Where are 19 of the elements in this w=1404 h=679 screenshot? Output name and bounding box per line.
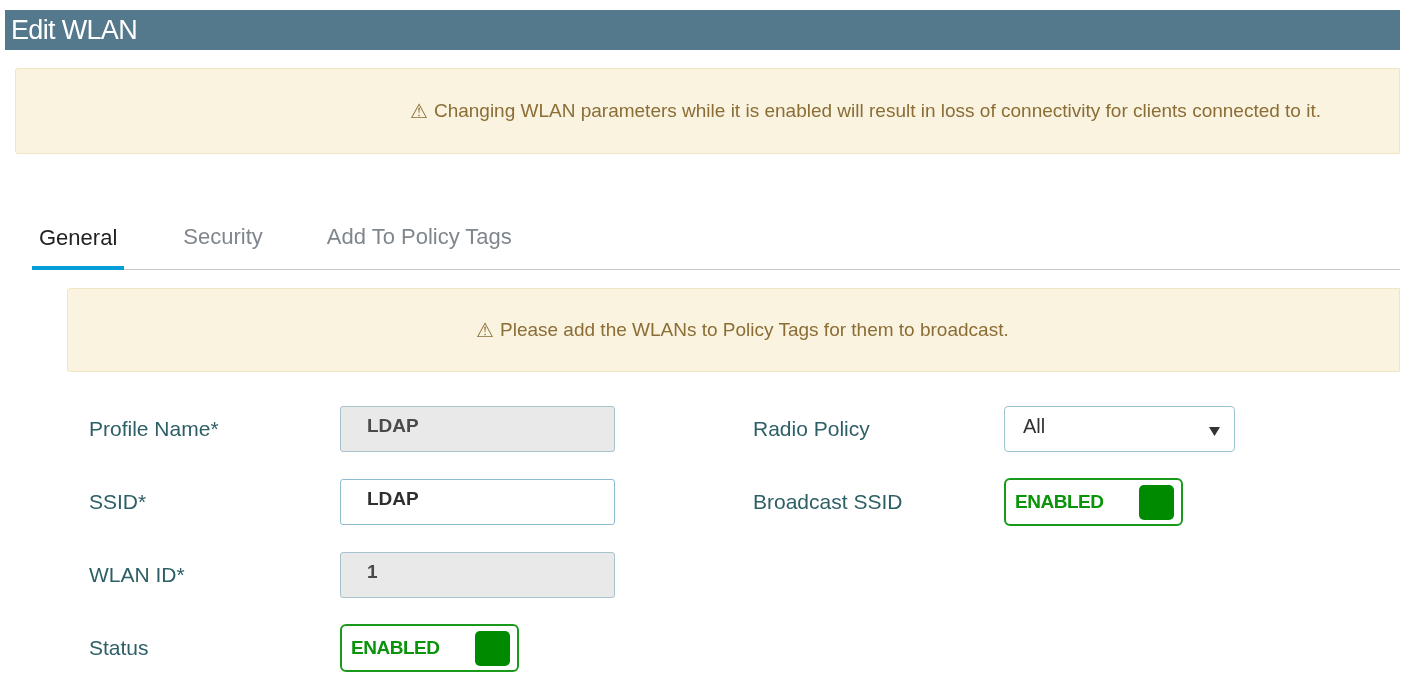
field-label: WLAN ID* <box>89 562 186 589</box>
caret-icon <box>1209 426 1220 436</box>
field-label: SSID* <box>89 489 148 516</box>
field-label: Radio Policy <box>753 416 871 443</box>
warning-text: Please add the WLANs to Policy Tags for them to broadcast. <box>500 317 1009 342</box>
field-label: Broadcast SSID <box>753 489 904 516</box>
warning-text: Changing WLAN parameters while it is enabled will result in loss of connectivity for clients connected to it. <box>433 98 1321 123</box>
window-title: Edit WLAN <box>11 16 137 44</box>
text-field[interactable]: LDAP <box>340 479 615 525</box>
toggle-switch[interactable]: ENABLED <box>340 624 519 672</box>
warning-icon: ⚠ <box>476 315 494 345</box>
field-label: Profile Name* <box>89 416 220 443</box>
tab[interactable]: General <box>32 221 125 270</box>
tab[interactable]: Security <box>176 220 270 269</box>
field-label: Status <box>89 635 150 662</box>
dropdown[interactable]: All <box>1004 406 1235 452</box>
warning-icon: ⚠ <box>409 96 428 126</box>
tab[interactable]: Add To Policy Tags <box>319 220 519 269</box>
toggle-switch[interactable]: ENABLED <box>1004 478 1183 526</box>
